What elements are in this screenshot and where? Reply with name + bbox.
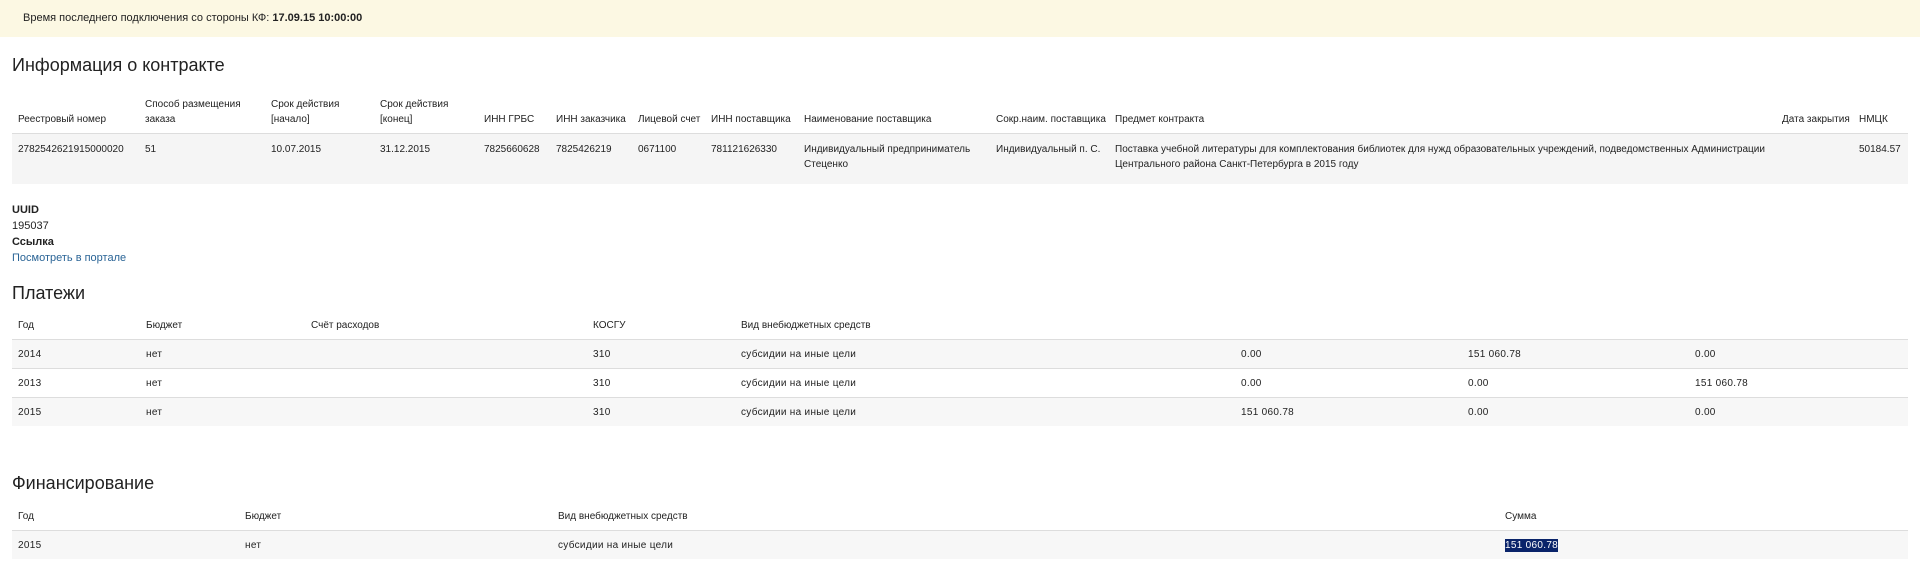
cell-amount-3: 0.00 xyxy=(1689,397,1908,426)
col-amount-1 xyxy=(1235,312,1462,340)
cell-amount-1: 0.00 xyxy=(1235,368,1462,398)
table-row: 2015 нет субсидии на иные цели 151 060.7… xyxy=(12,530,1908,559)
cell-nmck: 50184.57 xyxy=(1853,133,1908,184)
col-expense-account: Счёт расходов xyxy=(311,320,380,331)
contract-meta: UUID 195037 Ссылка Посмотреть в портале xyxy=(12,202,126,266)
cell-budget: нет xyxy=(140,397,305,426)
cell-offbudget-type: субсидии на иные цели xyxy=(735,339,1235,369)
cell-amount-2: 0.00 xyxy=(1462,397,1689,426)
cell-budget: нет xyxy=(239,530,552,559)
cell-amount-1: 0.00 xyxy=(1235,339,1462,369)
uuid-value: 195037 xyxy=(12,220,49,232)
cell-year: 2014 xyxy=(12,339,140,369)
cell-offbudget-type: субсидии на иные цели xyxy=(735,368,1235,398)
cell-supplier-name: Индивидуальный предприниматель Стеценко xyxy=(798,133,990,184)
financing-section-title: Финансирование xyxy=(12,473,155,493)
col-placement-method: Способ размещения заказа xyxy=(145,99,241,125)
last-connection-value: 17.09.15 10:00:00 xyxy=(272,12,363,24)
cell-year: 2015 xyxy=(12,530,239,559)
financing-header-row: Год Бюджет Вид внебюджетных средств Сумм… xyxy=(12,503,1908,531)
contract-section-title: Информация о контракте xyxy=(12,55,225,75)
cell-subject: Поставка учебной литературы для комплект… xyxy=(1109,133,1776,184)
table-row: 2015 нет 310 субсидии на иные цели 151 0… xyxy=(12,397,1908,426)
cell-year: 2015 xyxy=(12,397,140,426)
cell-inn-customer: 7825426219 xyxy=(550,133,632,184)
portal-link[interactable]: Посмотреть в портале xyxy=(12,250,126,266)
col-start-date: Срок действия [начало] xyxy=(271,99,340,125)
col-year: Год xyxy=(18,320,34,331)
cell-kosgu: 310 xyxy=(587,397,735,426)
col-nmck: НМЦК xyxy=(1859,114,1888,125)
cell-sum: 151 060.78 xyxy=(1499,530,1908,559)
cell-amount-2: 151 060.78 xyxy=(1462,339,1689,369)
cell-amount-3: 0.00 xyxy=(1689,339,1908,369)
payments-header-row: Год Бюджет Счёт расходов КОСГУ Вид внебю… xyxy=(12,312,1908,340)
cell-inn-supplier: 781121626330 xyxy=(705,133,798,184)
col-sum: Сумма xyxy=(1505,511,1537,522)
cell-start-date: 10.07.2015 xyxy=(265,133,374,184)
col-end-date: Срок действия [конец] xyxy=(380,99,449,125)
col-inn-supplier: ИНН поставщика xyxy=(711,114,791,125)
cell-supplier-short: Индивидуальный п. С. xyxy=(990,133,1109,184)
cell-end-date: 31.12.2015 xyxy=(374,133,478,184)
payments-section-title: Платежи xyxy=(12,283,86,303)
col-subject: Предмет контракта xyxy=(1115,114,1205,125)
cell-kosgu: 310 xyxy=(587,368,735,398)
cell-placement-method: 51 xyxy=(139,133,265,184)
cell-expense-account xyxy=(305,397,587,426)
col-kosgu: КОСГУ xyxy=(593,320,626,331)
cell-year: 2013 xyxy=(12,368,140,398)
contract-table: Реестровый номер Способ размещения заказ… xyxy=(12,85,1908,184)
col-offbudget-type: Вид внебюджетных средств xyxy=(558,511,688,522)
cell-amount-1: 151 060.78 xyxy=(1235,397,1462,426)
table-row: 2782542621915000020 51 10.07.2015 31.12.… xyxy=(12,133,1908,184)
payments-table: Год Бюджет Счёт расходов КОСГУ Вид внебю… xyxy=(12,312,1908,426)
col-account: Лицевой счет xyxy=(638,114,701,125)
cell-registry-number: 2782542621915000020 xyxy=(12,133,139,184)
link-label: Ссылка xyxy=(12,236,54,248)
cell-inn-grbs: 7825660628 xyxy=(478,133,550,184)
cell-account: 0671100 xyxy=(632,133,705,184)
cell-offbudget-type: субсидии на иные цели xyxy=(735,397,1235,426)
last-connection-banner: Время последнего подключения со стороны … xyxy=(0,0,1920,37)
col-supplier-short: Сокр.наим. поставщика xyxy=(996,114,1106,125)
cell-expense-account xyxy=(305,339,587,369)
col-offbudget-type: Вид внебюджетных средств xyxy=(741,320,871,331)
col-budget: Бюджет xyxy=(245,511,282,522)
contract-header-row: Реестровый номер Способ размещения заказ… xyxy=(12,85,1908,134)
col-supplier-name: Наименование поставщика xyxy=(804,114,932,125)
cell-budget: нет xyxy=(140,339,305,369)
financing-table: Год Бюджет Вид внебюджетных средств Сумм… xyxy=(12,503,1908,559)
cell-amount-2: 0.00 xyxy=(1462,368,1689,398)
col-inn-customer: ИНН заказчика xyxy=(556,114,626,125)
last-connection-label: Время последнего подключения со стороны … xyxy=(23,12,270,24)
cell-expense-account xyxy=(305,368,587,398)
cell-amount-3: 151 060.78 xyxy=(1689,368,1908,398)
col-registry-number: Реестровый номер xyxy=(18,114,107,125)
col-amount-3 xyxy=(1689,312,1908,340)
table-row: 2014 нет 310 субсидии на иные цели 0.00 … xyxy=(12,339,1908,369)
selected-sum-text[interactable]: 151 060.78 xyxy=(1505,538,1559,552)
cell-offbudget-type: субсидии на иные цели xyxy=(552,530,1499,559)
cell-close-date xyxy=(1776,133,1853,184)
uuid-label: UUID xyxy=(12,204,39,216)
cell-budget: нет xyxy=(140,368,305,398)
col-year: Год xyxy=(18,511,34,522)
cell-kosgu: 310 xyxy=(587,339,735,369)
col-inn-grbs: ИНН ГРБС xyxy=(484,114,535,125)
col-amount-2 xyxy=(1462,312,1689,340)
col-close-date: Дата закрытия xyxy=(1782,114,1850,125)
col-budget: Бюджет xyxy=(146,320,183,331)
table-row: 2013 нет 310 субсидии на иные цели 0.00 … xyxy=(12,368,1908,398)
